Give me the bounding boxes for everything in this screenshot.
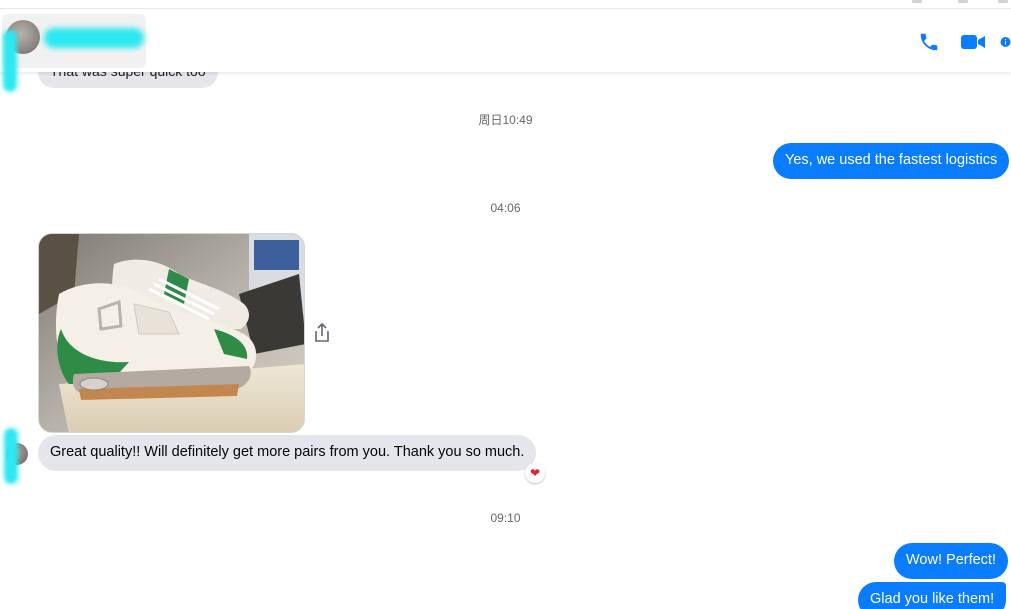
timestamp: 04:06 xyxy=(490,201,521,215)
info-icon[interactable] xyxy=(1000,30,1011,54)
heart-reaction-icon[interactable]: ❤ xyxy=(525,463,545,483)
sneakers-photo[interactable] xyxy=(38,233,305,433)
video-camera-icon[interactable] xyxy=(959,30,987,54)
redaction-mark xyxy=(4,428,18,484)
share-icon[interactable] xyxy=(312,322,332,344)
window-top-bar xyxy=(0,0,1011,9)
conversation-header xyxy=(0,10,1011,72)
contact-name-redacted xyxy=(44,28,144,48)
window-control[interactable] xyxy=(912,0,922,3)
phone-icon[interactable] xyxy=(915,30,943,54)
window-control[interactable] xyxy=(998,0,1008,3)
timestamp: 周日10:49 xyxy=(478,113,533,127)
message-text: Yes, we used the fastest logistics xyxy=(785,152,998,168)
timestamp: 09:10 xyxy=(490,511,521,525)
message-text: Wow! Perfect! xyxy=(906,552,996,568)
redaction-mark xyxy=(3,30,17,92)
message-text: Glad you like them! xyxy=(870,591,995,607)
incoming-message[interactable]: Great quality!! Will definitely get more… xyxy=(38,435,537,471)
outgoing-message[interactable]: Wow! Perfect! xyxy=(894,543,1008,579)
outgoing-message[interactable]: Yes, we used the fastest logistics xyxy=(773,143,1010,179)
message-text: Great quality!! Will definitely get more… xyxy=(50,444,525,460)
window-control[interactable] xyxy=(958,0,968,3)
outgoing-message[interactable]: Glad you like them! xyxy=(858,582,1007,609)
